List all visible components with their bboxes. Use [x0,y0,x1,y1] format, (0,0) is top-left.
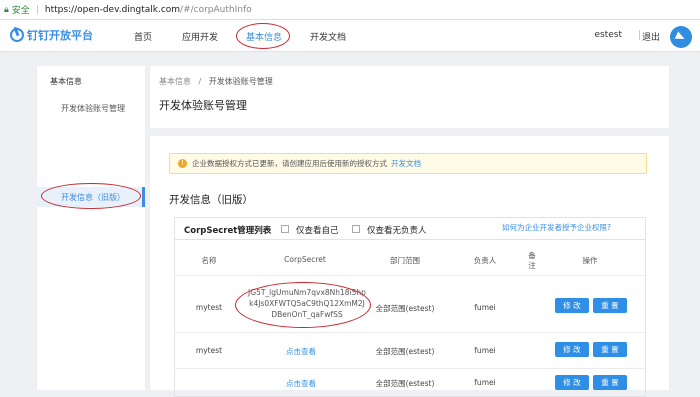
row2-view-secret-link[interactable]: 点击查看 [286,346,316,357]
row1-reset-button[interactable]: 重 置 [593,298,627,313]
row3-view-secret-link[interactable]: 点击查看 [286,378,316,389]
secure-label: 安全 [11,6,30,16]
nav-dev-docs[interactable]: 开发文档 [310,30,346,43]
annotation-circle-sidebar [41,183,141,209]
breadcrumb-current: 开发体验账号管理 [208,77,273,86]
row-divider [175,275,645,276]
alert-docs-link[interactable]: 开发文档 [391,158,421,169]
filter-no-owner-label: 仅查看无负责人 [367,226,427,236]
logout-link[interactable]: 退出 [642,30,660,43]
breadcrumb-separator: / [198,77,202,86]
page-title: 开发体验账号管理 [159,99,247,112]
username: estest [594,30,622,40]
row2-name: mytest [195,346,223,355]
main-content: ! 企业数据授权方式已更新，请创建应用后使用新的授权方式 开发文档 开发信息（旧… [150,136,669,397]
row3-edit-button[interactable]: 修 改 [555,375,589,390]
column-header-actions: 操作 [582,256,598,265]
dingtalk-logo-icon [10,28,24,42]
row1-dept: 全部范围(estest) [375,304,435,313]
warning-icon: ! [178,159,187,168]
nav-app-development[interactable]: 应用开发 [182,30,218,43]
annotation-circle-secret [235,282,371,328]
column-header-owner: 负责人 [473,256,497,265]
row1-name: mytest [195,303,223,312]
breadcrumb-root[interactable]: 基本信息 [159,77,191,86]
filter-no-owner-checkbox[interactable] [352,225,360,233]
row-divider [175,368,645,369]
logo-text: 钉钉开放平台 [27,29,93,42]
row2-edit-button[interactable]: 修 改 [555,342,589,357]
url-path[interactable]: /#/corpAuthInfo [180,5,252,15]
alert-text: 企业数据授权方式已更新，请创建应用后使用新的授权方式 [192,159,387,168]
row2-dept: 全部范围(estest) [375,347,435,356]
info-alert: ! 企业数据授权方式已更新，请创建应用后使用新的授权方式 开发文档 [169,153,647,174]
filter-self-checkbox[interactable] [281,225,289,233]
page-header: 基本信息 / 开发体验账号管理 开发体验账号管理 [150,66,669,128]
filter-self-label: 仅查看自己 [296,226,339,236]
help-link[interactable]: 如何为企业开发者授予企业权限? [502,222,611,233]
corpsecret-panel: CorpSecret管理列表 仅查看自己 仅查看无负责人 如何为企业开发者授予企… [174,217,646,397]
nav-home[interactable]: 首页 [134,30,152,43]
column-header-corpsecret: CorpSecret [284,255,326,264]
column-header-note: 备注 [528,251,536,270]
url-host[interactable]: https://open-dev.dingtalk.com [45,5,180,15]
row1-owner: fumei [474,303,496,312]
top-navigation: 钉钉开放平台 首页 应用开发 基本信息 开发文档 estest 退出 [0,20,700,52]
panel-header: CorpSecret管理列表 仅查看自己 仅查看无负责人 如何为企业开发者授予企… [175,218,645,240]
breadcrumb: 基本信息 / 开发体验账号管理 [159,76,273,87]
sidebar-item-dev-accounts[interactable]: 开发体验账号管理 [61,103,125,114]
avatar[interactable] [670,26,692,48]
panel-title: CorpSecret管理列表 [184,226,272,236]
row2-owner: fumei [474,346,496,355]
row1-edit-button[interactable]: 修 改 [555,298,589,313]
row-divider [175,332,645,333]
column-header-name: 名称 [201,256,217,265]
sidebar: 基本信息 开发体验账号管理 开发信息（旧版） [37,66,145,390]
row3-owner: fumei [474,378,496,387]
url-separator: | [35,4,39,15]
browser-url-bar[interactable]: 🔒︎ 安全 | https://open-dev.dingtalk.com /#… [0,0,700,20]
row2-reset-button[interactable]: 重 置 [593,342,627,357]
logo[interactable]: 钉钉开放平台 [10,27,93,43]
sidebar-title: 基本信息 [50,77,82,86]
column-header-dept: 部门范围 [390,256,420,265]
row3-dept: 全部范围(estest) [375,379,435,388]
lock-icon: 🔒︎ [4,4,9,15]
section-title: 开发信息（旧版） [169,194,253,206]
divider [639,30,640,40]
annotation-circle-nav [236,23,290,49]
row3-reset-button[interactable]: 重 置 [593,375,627,390]
